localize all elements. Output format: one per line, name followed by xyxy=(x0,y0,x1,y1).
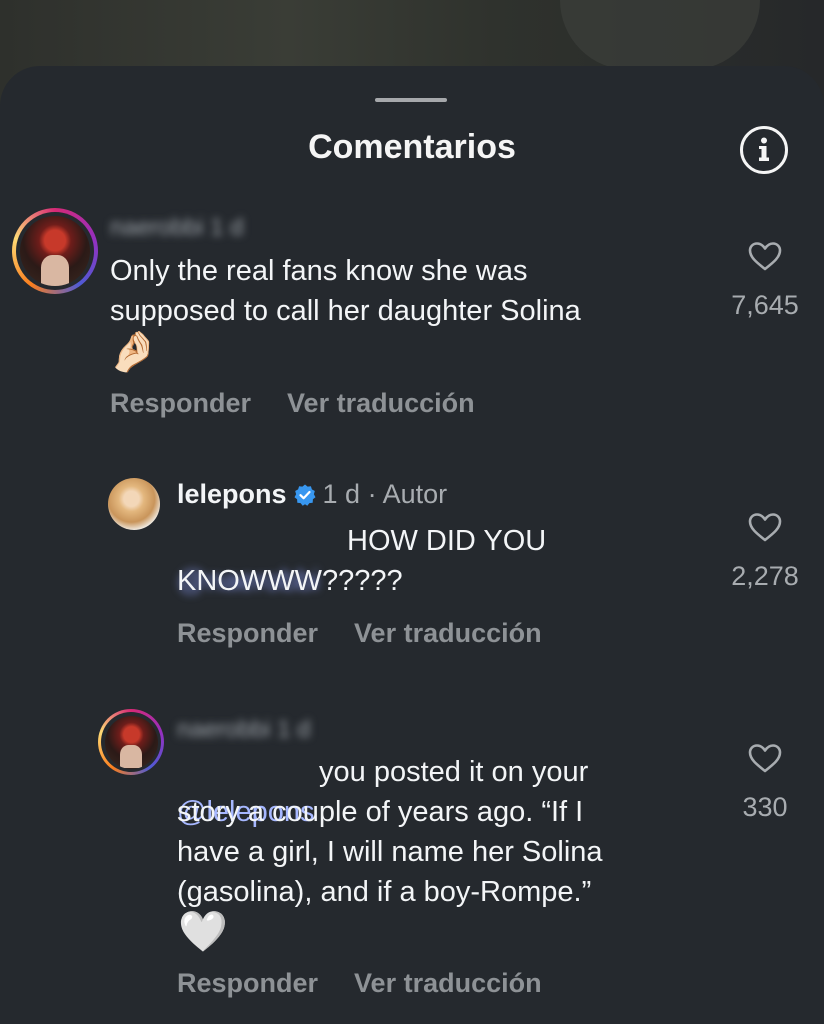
like-count: 2,278 xyxy=(731,561,799,591)
comment-header: lelepons 1 d · Autor xyxy=(177,479,447,510)
comment-body: HOW DID YOU KNOWWW????? xyxy=(177,525,547,597)
comment-body: you posted it on your story a couple of … xyxy=(177,756,603,908)
like-count: 330 xyxy=(742,792,788,822)
reply-button[interactable]: Responder xyxy=(110,388,251,419)
white-heart-emoji: 🤍 xyxy=(178,910,228,954)
reply-button[interactable]: Responder xyxy=(177,968,318,999)
like-column: 2,278 xyxy=(720,512,810,592)
avatar[interactable] xyxy=(98,709,164,775)
heart-icon[interactable] xyxy=(748,241,782,271)
verified-badge-icon xyxy=(294,484,316,506)
info-glyph xyxy=(759,137,769,161)
comment-username[interactable]: naerobbi 1 d xyxy=(110,214,243,241)
translate-button[interactable]: Ver traducción xyxy=(354,618,542,649)
avatar[interactable] xyxy=(108,478,160,530)
like-column: 7,645 xyxy=(720,241,810,321)
sheet-grabber[interactable] xyxy=(375,98,447,102)
comment-text: Only the real fans know she was supposed… xyxy=(110,255,581,327)
translate-button[interactable]: Ver traducción xyxy=(354,968,542,999)
reply-button[interactable]: Responder xyxy=(177,618,318,649)
comment-username[interactable]: naerobbi 1 d xyxy=(177,716,310,743)
info-icon[interactable] xyxy=(740,126,788,174)
comment-actions: Responder Ver traducción xyxy=(110,388,475,419)
avatar[interactable] xyxy=(12,208,98,294)
pinched-fingers-emoji: 🤌🏻 xyxy=(108,330,158,374)
like-count: 7,645 xyxy=(731,290,799,320)
sheet-title: Comentarios xyxy=(308,128,516,166)
heart-icon[interactable] xyxy=(748,743,782,773)
heart-icon[interactable] xyxy=(748,512,782,542)
comment-username[interactable]: lelepons xyxy=(177,479,287,510)
comment-actions: Responder Ver traducción xyxy=(177,968,542,999)
comment-actions: Responder Ver traducción xyxy=(177,618,542,649)
like-column: 330 xyxy=(720,743,810,823)
translate-button[interactable]: Ver traducción xyxy=(287,388,475,419)
comment-meta: 1 d · Autor xyxy=(322,479,448,509)
